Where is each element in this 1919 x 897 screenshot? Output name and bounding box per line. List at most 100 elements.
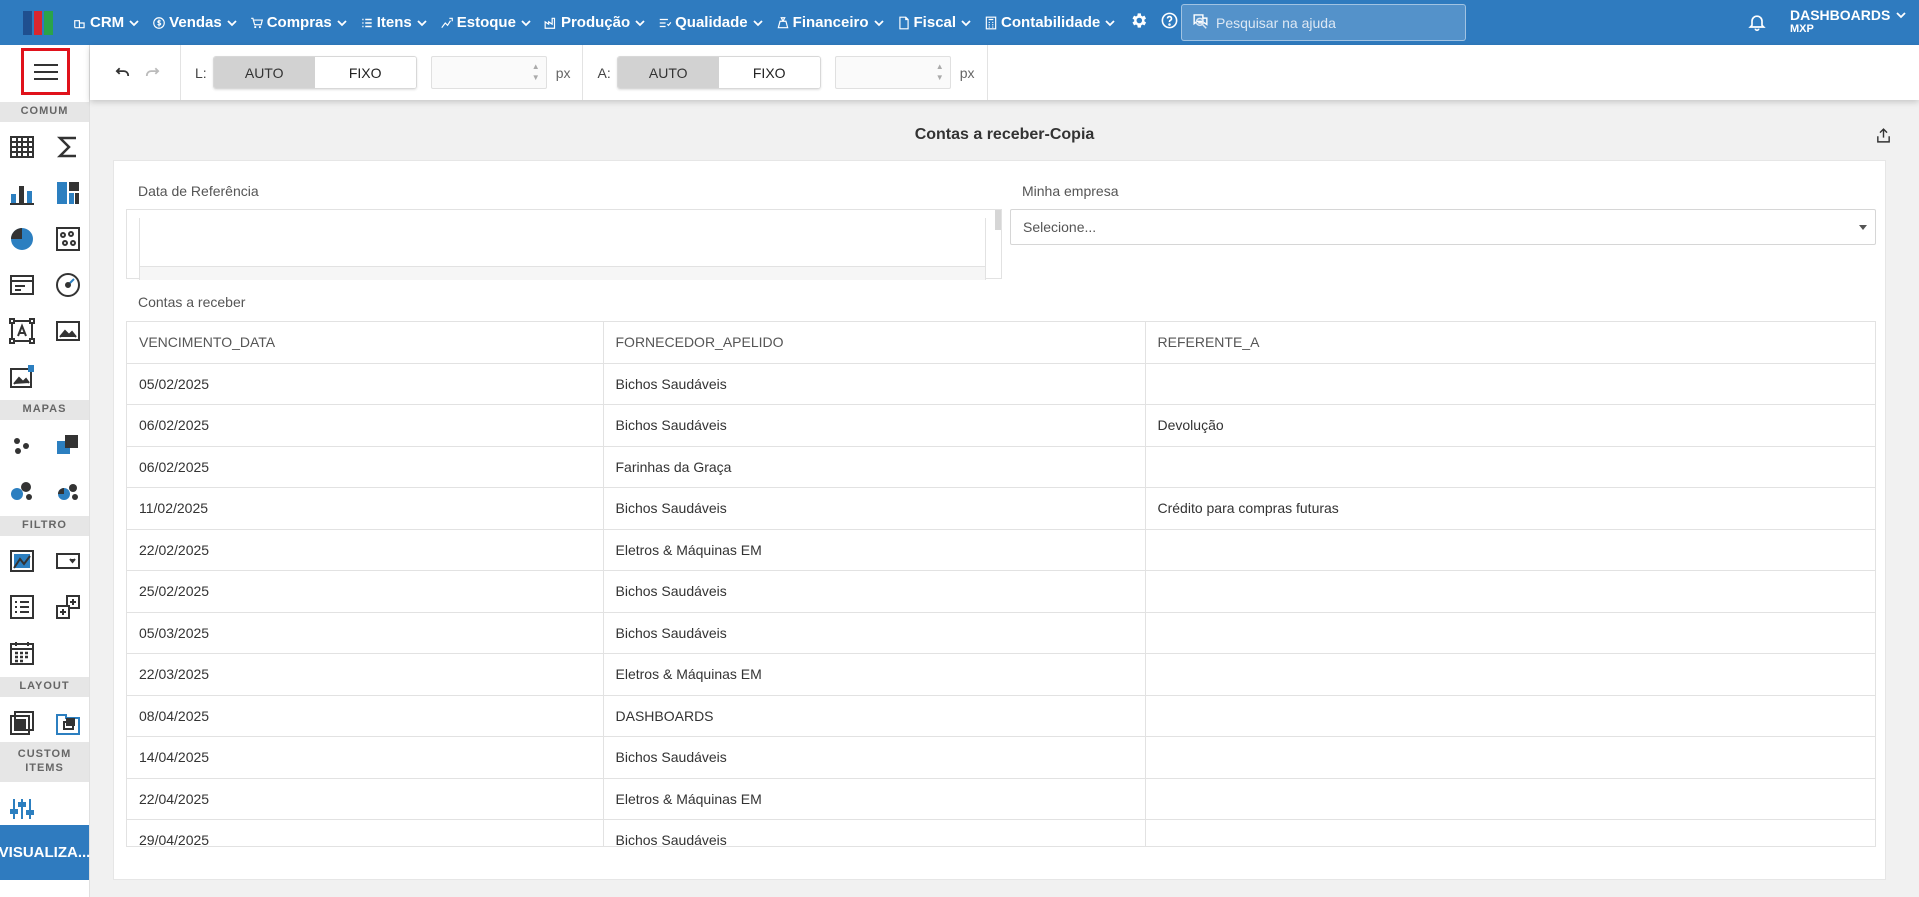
table-row[interactable]: 11/02/2025 Bichos Saudáveis Crédito para c… (127, 487, 1875, 530)
scatter-widget-tool[interactable] (54, 225, 82, 253)
table-cell: 06/02/2025 (127, 404, 604, 447)
table-row[interactable]: 22/03/2025 Eletros & Máquinas EM (127, 653, 1875, 696)
app-logo[interactable] (23, 10, 54, 35)
table-row[interactable]: 25/02/2025 Bichos Saudáveis (127, 570, 1875, 613)
visualize-button[interactable]: VISUALIZA... (0, 825, 90, 880)
geo-point-map-tool[interactable] (8, 431, 36, 459)
text-box-widget-tool[interactable] (8, 317, 36, 345)
column-header[interactable]: FORNECEDOR_APELIDO (603, 322, 1146, 364)
menu-label: Itens (376, 14, 412, 31)
undo-button[interactable] (108, 59, 136, 87)
choropleth-map-tool[interactable] (54, 431, 82, 459)
bubble-map-tool[interactable] (8, 477, 36, 505)
table-cell (1145, 736, 1875, 779)
table-cell (1145, 778, 1875, 820)
main-menu: CRM Vendas Compras Itens Estoque Produção Qual… (73, 14, 1115, 31)
table-cell (1145, 363, 1875, 405)
height-unit: px (959, 64, 975, 81)
bound-image-widget-tool[interactable] (8, 363, 36, 391)
grid-header-row: VENCIMENTO_DATA FORNECEDOR_APELIDO REFEREN… (127, 322, 1875, 364)
table-row[interactable]: 06/02/2025 Bichos Saudáveis Devolução (127, 404, 1875, 447)
menu-qualidade[interactable]: Qualidade (658, 14, 763, 31)
treemap-icon (57, 182, 79, 204)
table-cell: Eletros & Máquinas EM (603, 778, 1146, 820)
height-input[interactable]: ▲ ▼ (834, 56, 951, 89)
width-fixed-button[interactable]: FIXO (314, 57, 416, 88)
combo-box-filter-tool[interactable] (54, 547, 82, 575)
range-filter-tool[interactable] (8, 547, 36, 575)
table-row[interactable]: 06/02/2025 Farinhas da Graça (127, 446, 1875, 488)
gauge-icon (56, 273, 80, 297)
date-filter-row[interactable] (140, 266, 985, 280)
menu-producao[interactable]: Produção (544, 14, 645, 31)
table-cell (1145, 819, 1875, 846)
table-cell (1145, 529, 1875, 571)
date-filter-tool[interactable] (8, 639, 36, 667)
table-row[interactable]: 22/02/2025 Eletros & Máquinas EM (127, 529, 1875, 571)
width-unit: px (555, 64, 571, 81)
tab-container-layout-tool[interactable] (54, 709, 82, 737)
help-icon[interactable] (1160, 11, 1179, 35)
height-spinner[interactable]: ▲ ▼ (936, 61, 944, 83)
export-icon[interactable] (1875, 127, 1892, 144)
summary-widget-tool[interactable] (54, 133, 82, 161)
menu-vendas[interactable]: Vendas (152, 14, 237, 31)
group-layout-tool[interactable] (8, 709, 36, 737)
chevron-down-icon (753, 19, 763, 26)
column-header[interactable]: VENCIMENTO_DATA (127, 322, 604, 364)
width-input[interactable]: ▲ ▼ (430, 56, 547, 89)
height-auto-button[interactable]: AUTO (617, 57, 719, 88)
menu-financeiro[interactable]: Financeiro (776, 14, 884, 31)
height-fixed-button[interactable]: FIXO (718, 57, 820, 88)
treemap-widget-tool[interactable] (54, 179, 82, 207)
table-cell (1145, 653, 1875, 696)
logo-bar-red (33, 10, 43, 35)
company-select-placeholder: Selecione... (1023, 219, 1097, 235)
table-cell: 05/03/2025 (127, 612, 604, 654)
gear-icon[interactable] (1129, 11, 1148, 35)
menu-itens[interactable]: Itens (360, 14, 427, 31)
toolbar-divider (180, 45, 181, 100)
pie-map-tool[interactable] (54, 477, 82, 505)
search-icon (1195, 17, 1207, 29)
company-select[interactable]: Selecione... (1010, 209, 1876, 245)
table-row[interactable]: 08/04/2025 DASHBOARDS (127, 695, 1875, 737)
list-box-filter-tool[interactable] (8, 593, 36, 621)
table-row[interactable]: 22/04/2025 Eletros & Máquinas EM (127, 778, 1875, 820)
help-search-input[interactable] (1216, 14, 1456, 31)
table-cell: 14/04/2025 (127, 736, 604, 779)
menu-crm[interactable]: CRM (73, 14, 139, 31)
menu-label: Qualidade (675, 14, 748, 31)
menu-fiscal[interactable]: Fiscal (897, 14, 972, 31)
chart-widget-tool[interactable] (8, 179, 36, 207)
image-widget-tool[interactable] (54, 317, 82, 345)
width-auto-button[interactable]: AUTO (213, 57, 315, 88)
card-widget-tool[interactable] (8, 271, 36, 299)
menu-compras[interactable]: Compras (250, 14, 347, 31)
account-menu[interactable]: DASHBOARDS MXP (1790, 8, 1906, 35)
table-row[interactable]: 29/04/2025 Bichos Saudáveis (127, 819, 1875, 846)
help-search (1181, 4, 1466, 41)
logo-bar-blue (23, 10, 32, 35)
bell-icon[interactable] (1747, 12, 1767, 32)
bound-image-icon (10, 365, 34, 388)
custom-item-tool[interactable] (8, 795, 36, 823)
width-spinner[interactable]: ▲ ▼ (532, 61, 540, 83)
account-company: MXP (1790, 23, 1814, 35)
menu-estoque[interactable]: Estoque (440, 14, 531, 31)
menu-label: Fiscal (913, 14, 957, 31)
grid-widget-tool[interactable] (8, 133, 36, 161)
menu-contabilidade[interactable]: Contabilidade (984, 14, 1115, 31)
table-row[interactable]: 05/03/2025 Bichos Saudáveis (127, 612, 1875, 654)
gauge-widget-tool[interactable] (54, 271, 82, 299)
chevron-down-icon (417, 19, 427, 26)
column-header[interactable]: REFERENTE_A (1145, 322, 1875, 364)
pie-widget-tool[interactable] (8, 225, 36, 253)
redo-button[interactable] (138, 59, 166, 87)
date-filter[interactable] (126, 209, 1002, 280)
table-row[interactable]: 05/02/2025 Bichos Saudáveis (127, 363, 1875, 405)
date-filter-scrollbar[interactable] (995, 210, 1001, 230)
table-row[interactable]: 14/04/2025 Bichos Saudáveis (127, 736, 1875, 779)
menu-toggle-button[interactable] (21, 48, 70, 95)
tree-view-filter-tool[interactable] (54, 593, 82, 621)
